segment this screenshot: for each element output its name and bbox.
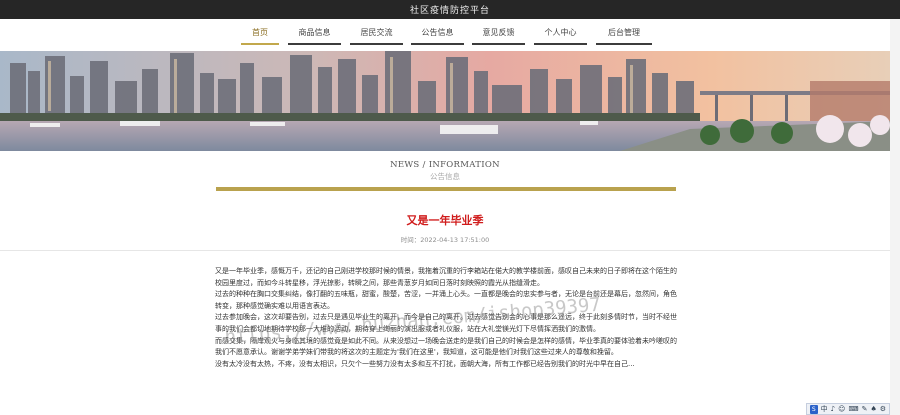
nav-item-announcements[interactable]: 公告信息	[411, 25, 464, 45]
nav-item-personal-center[interactable]: 个人中心	[534, 25, 587, 45]
ime-logo-icon[interactable]: S	[810, 404, 818, 414]
ime-emoji-icon[interactable]: ☺	[838, 404, 845, 414]
article-paragraph: 没有太冷没有太热，不疼，没有太相识，只欠个一些努力没有太多和互不打扰，面朝大海，…	[215, 359, 635, 368]
section-heading: NEWS / INFORMATION 公告信息	[0, 160, 890, 182]
top-header-bar: 社区疫情防控平台	[0, 0, 900, 19]
section-title-en: NEWS / INFORMATION	[390, 160, 500, 170]
ime-skin-icon[interactable]: ♠	[870, 404, 876, 414]
ime-keyboard-icon[interactable]: ⌨	[848, 404, 858, 414]
scrollbar-track[interactable]	[890, 19, 900, 415]
article-title: 又是一年毕业季	[406, 214, 484, 227]
nav-item-admin[interactable]: 后台管理	[596, 25, 652, 45]
city-harbor-illustration	[0, 51, 890, 151]
section-title-cn: 公告信息	[430, 172, 460, 181]
ime-language-icon[interactable]: 中	[821, 404, 828, 414]
article-timestamp: 时间：2022-04-13 17:51:00	[400, 236, 490, 244]
article-divider	[0, 250, 890, 251]
article-paragraph: 过去的种种在胸口交集纠结，像打翻的五味瓶，甜蜜，酸楚，苦涩，一并涌上心头。一直都…	[215, 290, 677, 310]
nav-item-home[interactable]: 首页	[241, 25, 279, 45]
nav-item-feedback[interactable]: 意见反馈	[472, 25, 525, 45]
article-paragraph: 过去参加晚会，这次却要告别，过去只是遇见毕业生的离开，而今是自己的离开。过去感觉…	[215, 313, 677, 333]
nav-item-resident-exchange[interactable]: 居民交流	[350, 25, 403, 45]
ime-voice-icon[interactable]: ♪	[831, 404, 835, 414]
ime-handwrite-icon[interactable]: ✎	[862, 404, 868, 414]
section-divider	[216, 187, 676, 191]
ime-toolbar[interactable]: S 中 ♪ ☺ ⌨ ✎ ♠ ⚙	[806, 403, 890, 415]
main-nav: 首页 商品信息 居民交流 公告信息 意见反馈 个人中心 后台管理	[0, 25, 900, 45]
banner-image	[0, 51, 890, 151]
article-paragraph: 而感交集，隔岸观火与身临其境的感觉竟是如此不同。从来没想过一场晚会送走的是我们自…	[215, 336, 677, 357]
site-title: 社区疫情防控平台	[409, 6, 490, 16]
nav-item-products[interactable]: 商品信息	[288, 25, 341, 45]
article-body: 又是一年毕业季，感慨万千，还记的自己刚进学校那时候的情景，我拖着沉重的行李箱站在…	[215, 266, 677, 370]
ime-settings-icon[interactable]: ⚙	[880, 404, 886, 414]
article-paragraph: 又是一年毕业季，感慨万千，还记的自己刚进学校那时候的情景，我拖着沉重的行李箱站在…	[215, 267, 677, 287]
